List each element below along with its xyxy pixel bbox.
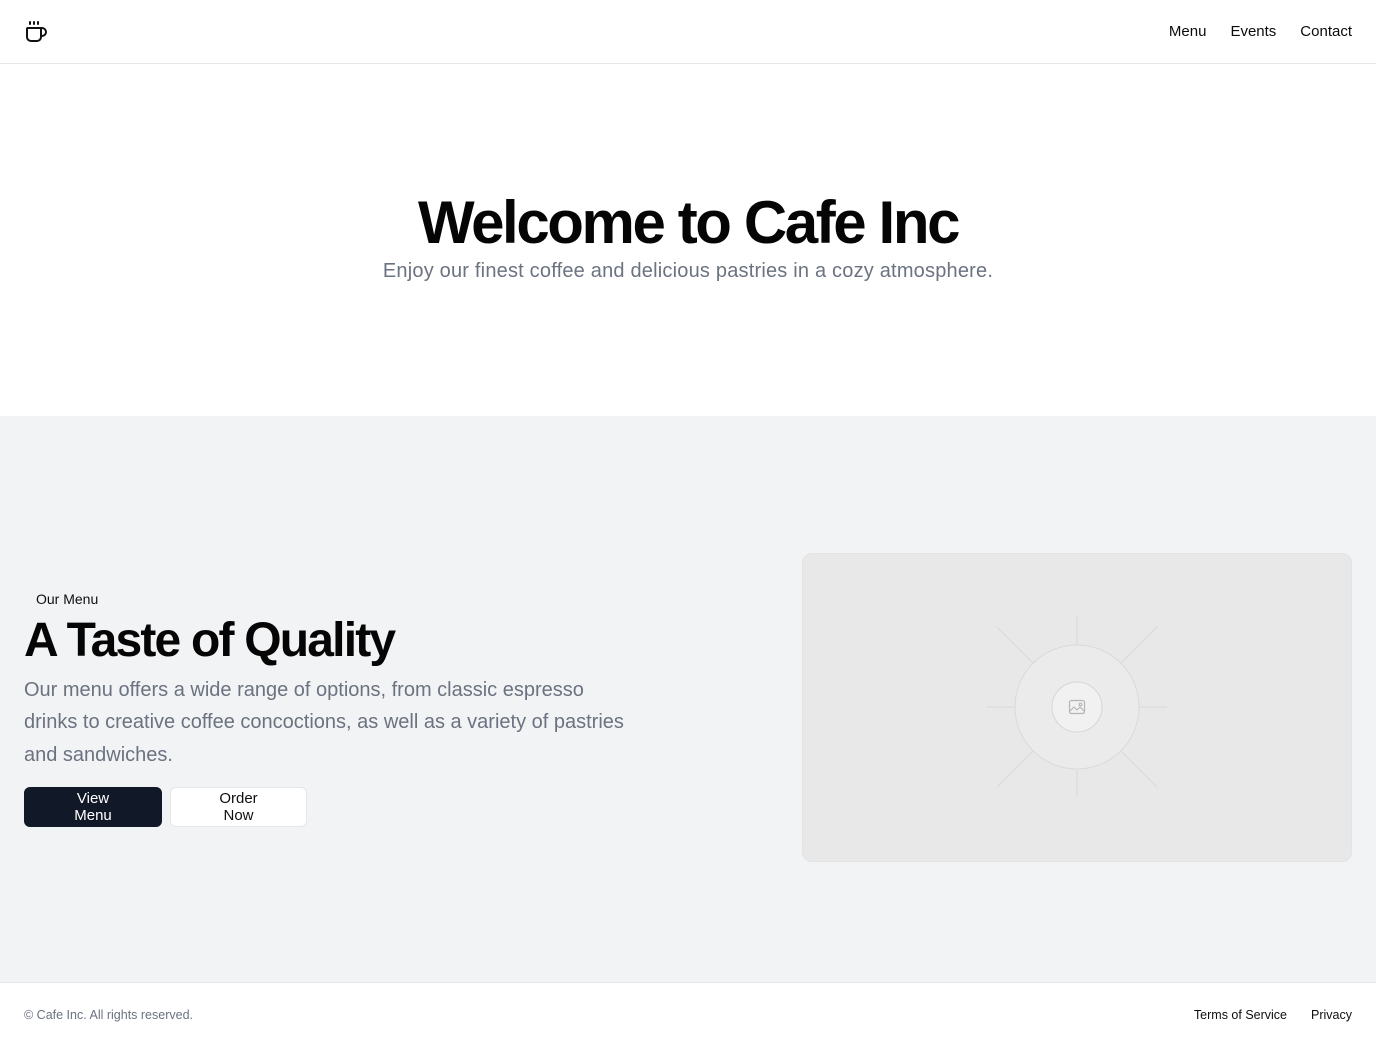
site-footer: © Cafe Inc. All rights reserved. Terms o… bbox=[0, 982, 1376, 1046]
nav-link-events[interactable]: Events bbox=[1230, 23, 1276, 40]
copyright-text: © Cafe Inc. All rights reserved. bbox=[24, 1007, 194, 1022]
menu-description: Our menu offers a wide range of options,… bbox=[24, 678, 624, 766]
menu-image-placeholder bbox=[802, 552, 1352, 862]
hero-section: Welcome to Cafe Inc Enjoy our finest cof… bbox=[0, 64, 1376, 416]
menu-text-block: Our Menu A Taste of Quality Our menu off… bbox=[24, 586, 664, 828]
menu-button-row: View Menu Order Now bbox=[24, 787, 664, 828]
hero-title: Welcome to Cafe Inc bbox=[417, 188, 961, 256]
menu-title: A Taste of Quality bbox=[24, 613, 396, 667]
menu-eyebrow: Our Menu bbox=[24, 586, 111, 611]
coffee-cup-icon[interactable] bbox=[24, 20, 48, 44]
footer-links: Terms of Service Privacy bbox=[1194, 1008, 1352, 1022]
image-placeholder-icon bbox=[987, 617, 1167, 797]
privacy-link[interactable]: Privacy bbox=[1311, 1008, 1352, 1022]
hero-subtitle: Enjoy our finest coffee and delicious pa… bbox=[382, 259, 994, 282]
view-menu-button[interactable]: View Menu bbox=[24, 787, 162, 828]
nav-link-menu[interactable]: Menu bbox=[1169, 23, 1207, 40]
terms-of-service-link[interactable]: Terms of Service bbox=[1194, 1008, 1287, 1022]
main-nav: Menu Events Contact bbox=[1169, 23, 1352, 40]
order-now-button[interactable]: Order Now bbox=[170, 787, 307, 828]
menu-section: Our Menu A Taste of Quality Our menu off… bbox=[0, 416, 1376, 982]
site-header: Menu Events Contact bbox=[0, 0, 1376, 64]
nav-link-contact[interactable]: Contact bbox=[1300, 23, 1352, 40]
